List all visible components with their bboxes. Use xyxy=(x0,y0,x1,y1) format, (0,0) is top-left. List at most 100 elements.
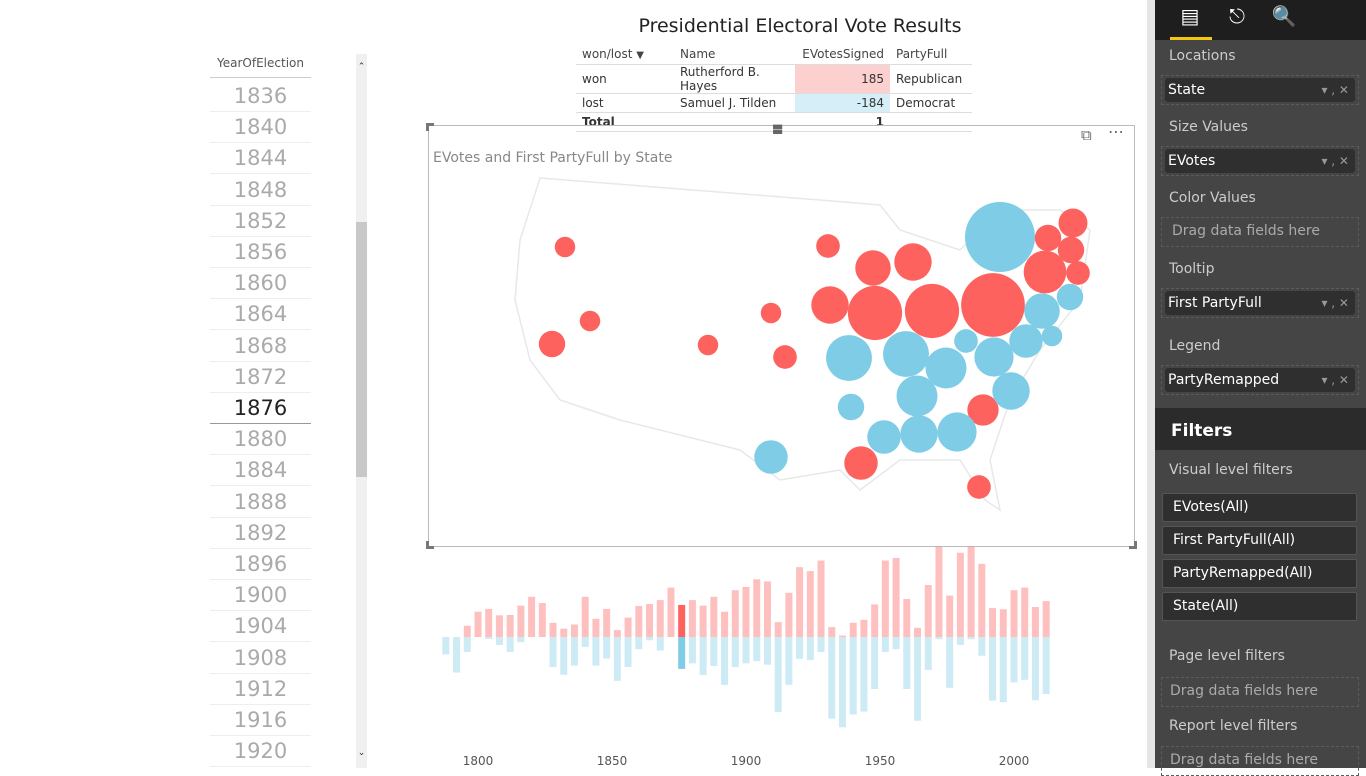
bar-democrat-1904[interactable] xyxy=(753,637,761,662)
bar-republican-2000[interactable] xyxy=(1010,590,1018,637)
field-well[interactable]: First PartyFull ▾ , ✕ xyxy=(1161,288,1359,318)
bar-republican-1812[interactable] xyxy=(506,614,514,637)
field-well[interactable]: PartyRemapped ▾ , ✕ xyxy=(1161,365,1359,395)
bar-republican-1872[interactable] xyxy=(667,587,675,637)
bar-democrat-1920[interactable] xyxy=(796,637,804,659)
bar-democrat-1864[interactable] xyxy=(646,637,654,641)
bar-republican-2004[interactable] xyxy=(1021,587,1029,637)
bar-democrat-1960[interactable] xyxy=(903,637,911,689)
bar-republican-1860[interactable] xyxy=(635,605,643,637)
bar-republican-1888[interactable] xyxy=(710,596,718,637)
bar-democrat-1804[interactable] xyxy=(485,637,493,639)
bar-republican-1856[interactable] xyxy=(624,617,632,637)
dropdown-remove-icon[interactable]: ▾ , ✕ xyxy=(1321,291,1349,315)
field-well[interactable]: EVotes ▾ , ✕ xyxy=(1161,146,1359,176)
bar-republican-2008[interactable] xyxy=(1031,607,1039,637)
bar-republican-1900[interactable] xyxy=(742,586,750,637)
report-filters-drop[interactable]: Drag data fields here xyxy=(1161,746,1359,776)
bar-republican-1904[interactable] xyxy=(753,579,761,637)
bar-republican-1820[interactable] xyxy=(528,596,536,637)
bar-democrat-1892[interactable] xyxy=(721,637,729,685)
bar-democrat-1988[interactable] xyxy=(978,637,986,656)
bar-democrat-1908[interactable] xyxy=(763,637,771,665)
bar-republican-1936[interactable] xyxy=(838,635,846,637)
bar-democrat-1968[interactable] xyxy=(924,637,932,670)
bar-democrat-1984[interactable] xyxy=(967,637,975,640)
bar-republican-1952[interactable] xyxy=(881,560,889,637)
bar-democrat-1912[interactable] xyxy=(774,637,782,713)
fields-icon[interactable]: ▤ xyxy=(1175,4,1205,34)
bar-democrat-1860[interactable] xyxy=(635,637,643,650)
bar-republican-1924[interactable] xyxy=(806,571,814,637)
bar-republican-1876[interactable] xyxy=(678,604,686,637)
bar-democrat-1832[interactable] xyxy=(560,637,568,675)
bar-democrat-1900[interactable] xyxy=(742,637,750,664)
bar-democrat-1876[interactable] xyxy=(678,637,686,669)
pane-divider[interactable] xyxy=(1147,0,1155,768)
bar-democrat-2008[interactable] xyxy=(1031,637,1039,701)
bar-democrat-1856[interactable] xyxy=(624,637,632,667)
bar-republican-1840[interactable] xyxy=(581,596,589,637)
bar-democrat-1852[interactable] xyxy=(613,637,621,681)
bar-democrat-1796[interactable] xyxy=(463,637,471,652)
bar-democrat-1812[interactable] xyxy=(506,637,514,652)
bar-republican-1964[interactable] xyxy=(914,627,922,637)
bar-republican-1844[interactable] xyxy=(592,618,600,637)
bar-democrat-1828[interactable] xyxy=(549,637,557,667)
field-pill[interactable]: PartyRemapped ▾ , ✕ xyxy=(1165,368,1355,392)
bar-republican-1880[interactable] xyxy=(688,600,696,637)
bar-republican-1996[interactable] xyxy=(999,609,1007,637)
bar-republican-1884[interactable] xyxy=(699,605,707,637)
bar-republican-1984[interactable] xyxy=(967,546,975,637)
bar-republican-1848[interactable] xyxy=(603,608,611,637)
bar-republican-1972[interactable] xyxy=(935,546,943,637)
bar-republican-1988[interactable] xyxy=(978,563,986,637)
bar-democrat-1880[interactable] xyxy=(688,637,696,664)
field-pill[interactable]: EVotes ▾ , ✕ xyxy=(1165,149,1355,173)
bar-democrat-1944[interactable] xyxy=(860,637,868,712)
dropdown-remove-icon[interactable]: ▾ , ✕ xyxy=(1321,368,1349,392)
bar-republican-1980[interactable] xyxy=(956,552,964,637)
bar-democrat-2004[interactable] xyxy=(1021,637,1029,680)
bar-republican-1808[interactable] xyxy=(495,615,503,637)
bar-republican-1912[interactable] xyxy=(774,622,782,637)
bar-democrat-1896[interactable] xyxy=(731,637,739,667)
bar-democrat-1788[interactable] xyxy=(442,637,450,655)
bar-republican-1804[interactable] xyxy=(485,608,493,637)
bar-democrat-1928[interactable] xyxy=(817,637,825,652)
bar-democrat-1836[interactable] xyxy=(570,637,578,666)
bar-republican-1832[interactable] xyxy=(560,628,568,637)
bar-republican-1836[interactable] xyxy=(570,624,578,637)
analytics-magnifier-icon[interactable]: 🔍 xyxy=(1269,4,1299,34)
dropdown-remove-icon[interactable]: ▾ , ✕ xyxy=(1321,78,1349,102)
visual-filter-card[interactable]: First PartyFull(All) xyxy=(1162,526,1357,555)
bar-republican-1828[interactable] xyxy=(549,622,557,637)
bar-republican-1852[interactable] xyxy=(613,630,621,637)
bar-democrat-1992[interactable] xyxy=(989,637,997,701)
bar-democrat-2012[interactable] xyxy=(1042,637,1050,695)
page-filters-drop[interactable]: Drag data fields here xyxy=(1161,677,1359,707)
bar-democrat-1964[interactable] xyxy=(914,637,922,721)
bar-republican-1908[interactable] xyxy=(763,581,771,637)
dropdown-remove-icon[interactable]: ▾ , ✕ xyxy=(1321,149,1349,173)
bar-democrat-1932[interactable] xyxy=(828,637,836,719)
bar-democrat-1792[interactable] xyxy=(453,637,461,673)
bar-democrat-1884[interactable] xyxy=(699,637,707,675)
bar-democrat-1808[interactable] xyxy=(495,637,503,645)
field-well[interactable]: Drag data fields here xyxy=(1161,217,1359,247)
bar-democrat-1952[interactable] xyxy=(881,637,889,652)
visual-filter-card[interactable]: State(All) xyxy=(1162,592,1357,621)
bar-republican-1920[interactable] xyxy=(796,567,804,637)
bar-republican-1892[interactable] xyxy=(721,611,729,637)
bar-republican-1992[interactable] xyxy=(989,608,997,637)
bar-republican-1896[interactable] xyxy=(731,590,739,637)
bar-republican-1868[interactable] xyxy=(656,600,664,637)
bar-republican-1800[interactable] xyxy=(474,611,482,637)
bar-republican-1864[interactable] xyxy=(646,604,654,637)
bar-democrat-2000[interactable] xyxy=(1010,637,1018,683)
bar-democrat-1848[interactable] xyxy=(603,637,611,659)
bar-democrat-1976[interactable] xyxy=(946,637,954,688)
bar-republican-1976[interactable] xyxy=(946,595,954,637)
bar-republican-1824[interactable] xyxy=(538,603,546,637)
bar-democrat-1868[interactable] xyxy=(656,637,664,651)
